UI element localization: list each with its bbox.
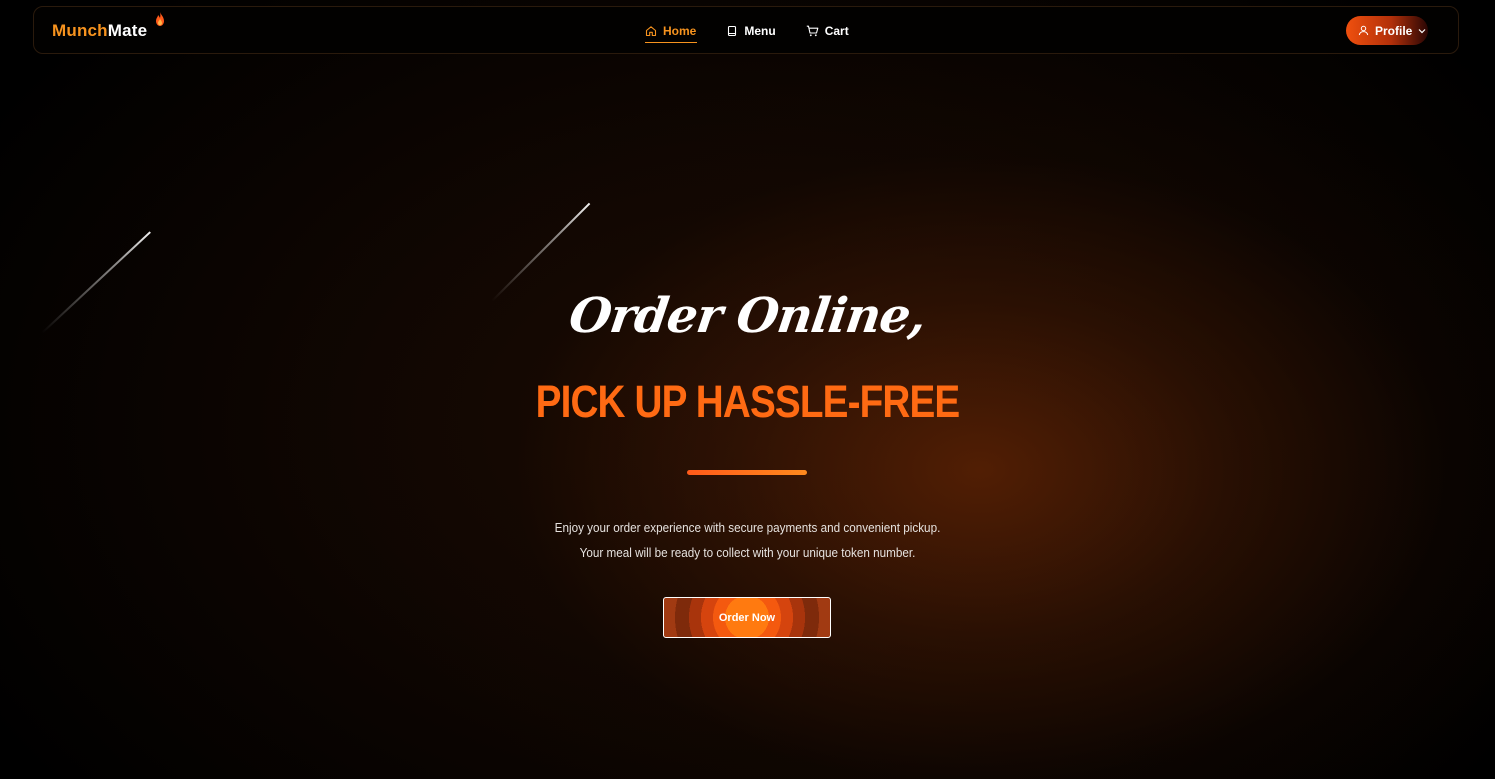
order-now-label: Order Now (718, 611, 776, 624)
home-icon (645, 26, 657, 37)
nav-item-menu[interactable]: Menu (726, 22, 776, 40)
nav-item-cart-label: Cart (824, 24, 849, 38)
hero-description-line1: Enjoy your order experience with secure … (554, 520, 941, 535)
profile-button[interactable]: Profile (1346, 16, 1428, 45)
brand-logo[interactable]: MunchMate (52, 21, 147, 41)
flame-icon (156, 12, 164, 26)
chevron-down-icon (1418, 28, 1426, 33)
order-now-button[interactable]: Order Now (663, 597, 831, 638)
hero-script-heading: Order Online, (565, 288, 930, 344)
nav-links: Home Menu Cart (645, 22, 849, 43)
hero-description-line2: Your meal will be ready to collect with … (579, 545, 916, 560)
hero-divider (687, 470, 807, 475)
hero-description: Enjoy your order experience with secure … (75, 515, 1421, 565)
brand-name-part2: Mate (107, 21, 148, 40)
nav-item-cart[interactable]: Cart (806, 22, 849, 40)
profile-label: Profile (1375, 23, 1413, 38)
page: MunchMate Home Menu Cart Profile Order O… (0, 0, 1495, 779)
brand-name-part1: Munch (52, 21, 108, 40)
cart-icon (806, 25, 819, 37)
hero-title: PICK UP HASSLE-FREE (535, 376, 961, 427)
nav-item-home[interactable]: Home (645, 22, 698, 43)
shooting-star-streak (491, 202, 591, 302)
nav-item-home-label: Home (663, 24, 697, 38)
user-icon (1358, 25, 1369, 36)
navbar: MunchMate Home Menu Cart Profile (33, 6, 1459, 54)
book-icon (728, 25, 737, 37)
nav-item-menu-label: Menu (744, 24, 776, 38)
